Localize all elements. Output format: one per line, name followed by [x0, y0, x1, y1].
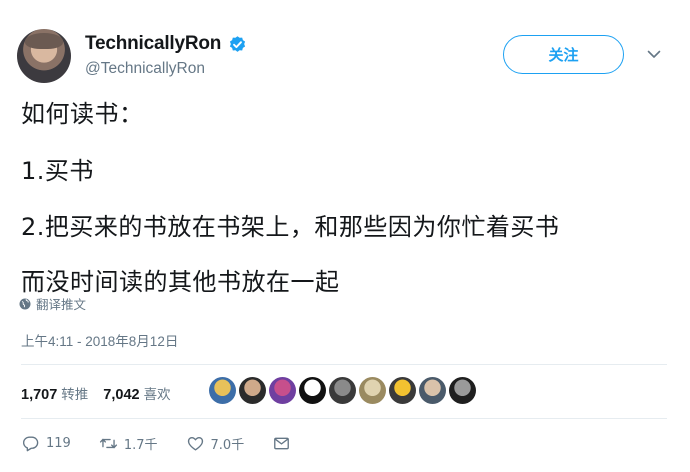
tweet-text-line: 1.买书 — [21, 157, 94, 185]
retweet-stat[interactable]: 1,707 转推 — [21, 383, 88, 403]
like-action-count: 7.0千 — [210, 438, 245, 453]
envelope-icon — [274, 437, 290, 450]
divider — [21, 418, 667, 419]
retweet-icon — [99, 438, 117, 449]
retweet-stat-label: 转推 — [61, 387, 89, 403]
reply-count: 119 — [46, 436, 71, 451]
like-stat[interactable]: 7,042 喜欢 — [103, 383, 170, 403]
retweet-button[interactable]: 1.7千 — [99, 434, 158, 453]
liker-avatar-4[interactable] — [299, 377, 326, 404]
liker-avatar-2[interactable] — [239, 377, 266, 404]
translate-tweet-link[interactable]: 翻译推文 — [19, 294, 86, 313]
tweet-timestamp[interactable]: 上午4:11 - 2018年8月12日 — [21, 330, 178, 350]
author-handle[interactable]: @TechnicallyRon — [85, 60, 205, 78]
verified-badge-icon — [230, 35, 246, 52]
tweet-text-line: 如何读书： — [21, 100, 144, 128]
chevron-down-icon[interactable] — [646, 46, 662, 62]
like-stat-label: 喜欢 — [143, 387, 171, 403]
translate-label: 翻译推文 — [36, 297, 87, 312]
reply-button[interactable]: 119 — [21, 434, 71, 453]
follow-button[interactable]: 关注 — [503, 35, 624, 74]
liker-avatar-1[interactable] — [209, 377, 236, 404]
liker-avatars — [209, 377, 476, 404]
like-count: 7,042 — [103, 387, 140, 403]
divider — [21, 364, 667, 365]
retweet-count: 1,707 — [21, 387, 58, 403]
liker-avatar-7[interactable] — [389, 377, 416, 404]
liker-avatar-9[interactable] — [449, 377, 476, 404]
tweet-actions: 119 1.7千 7.0千 — [21, 434, 319, 453]
like-button[interactable]: 7.0千 — [186, 434, 245, 453]
reply-icon — [23, 436, 39, 452]
direct-message-button[interactable] — [272, 434, 291, 453]
tweet-text-line: 而没时间读的其他书放在一起 — [21, 268, 340, 296]
liker-avatar-3[interactable] — [269, 377, 296, 404]
author-display-name[interactable]: TechnicallyRon — [85, 33, 221, 55]
retweet-action-count: 1.7千 — [123, 438, 158, 453]
liker-avatar-8[interactable] — [419, 377, 446, 404]
heart-icon — [187, 436, 203, 451]
author-avatar[interactable] — [17, 29, 71, 83]
engagement-stats: 1,707 转推 7,042 喜欢 — [21, 383, 186, 403]
liker-avatar-6[interactable] — [359, 377, 386, 404]
tweet-text-line: 2.把买来的书放在书架上，和那些因为你忙着买书 — [21, 213, 560, 241]
liker-avatar-5[interactable] — [329, 377, 356, 404]
globe-icon — [19, 298, 31, 309]
